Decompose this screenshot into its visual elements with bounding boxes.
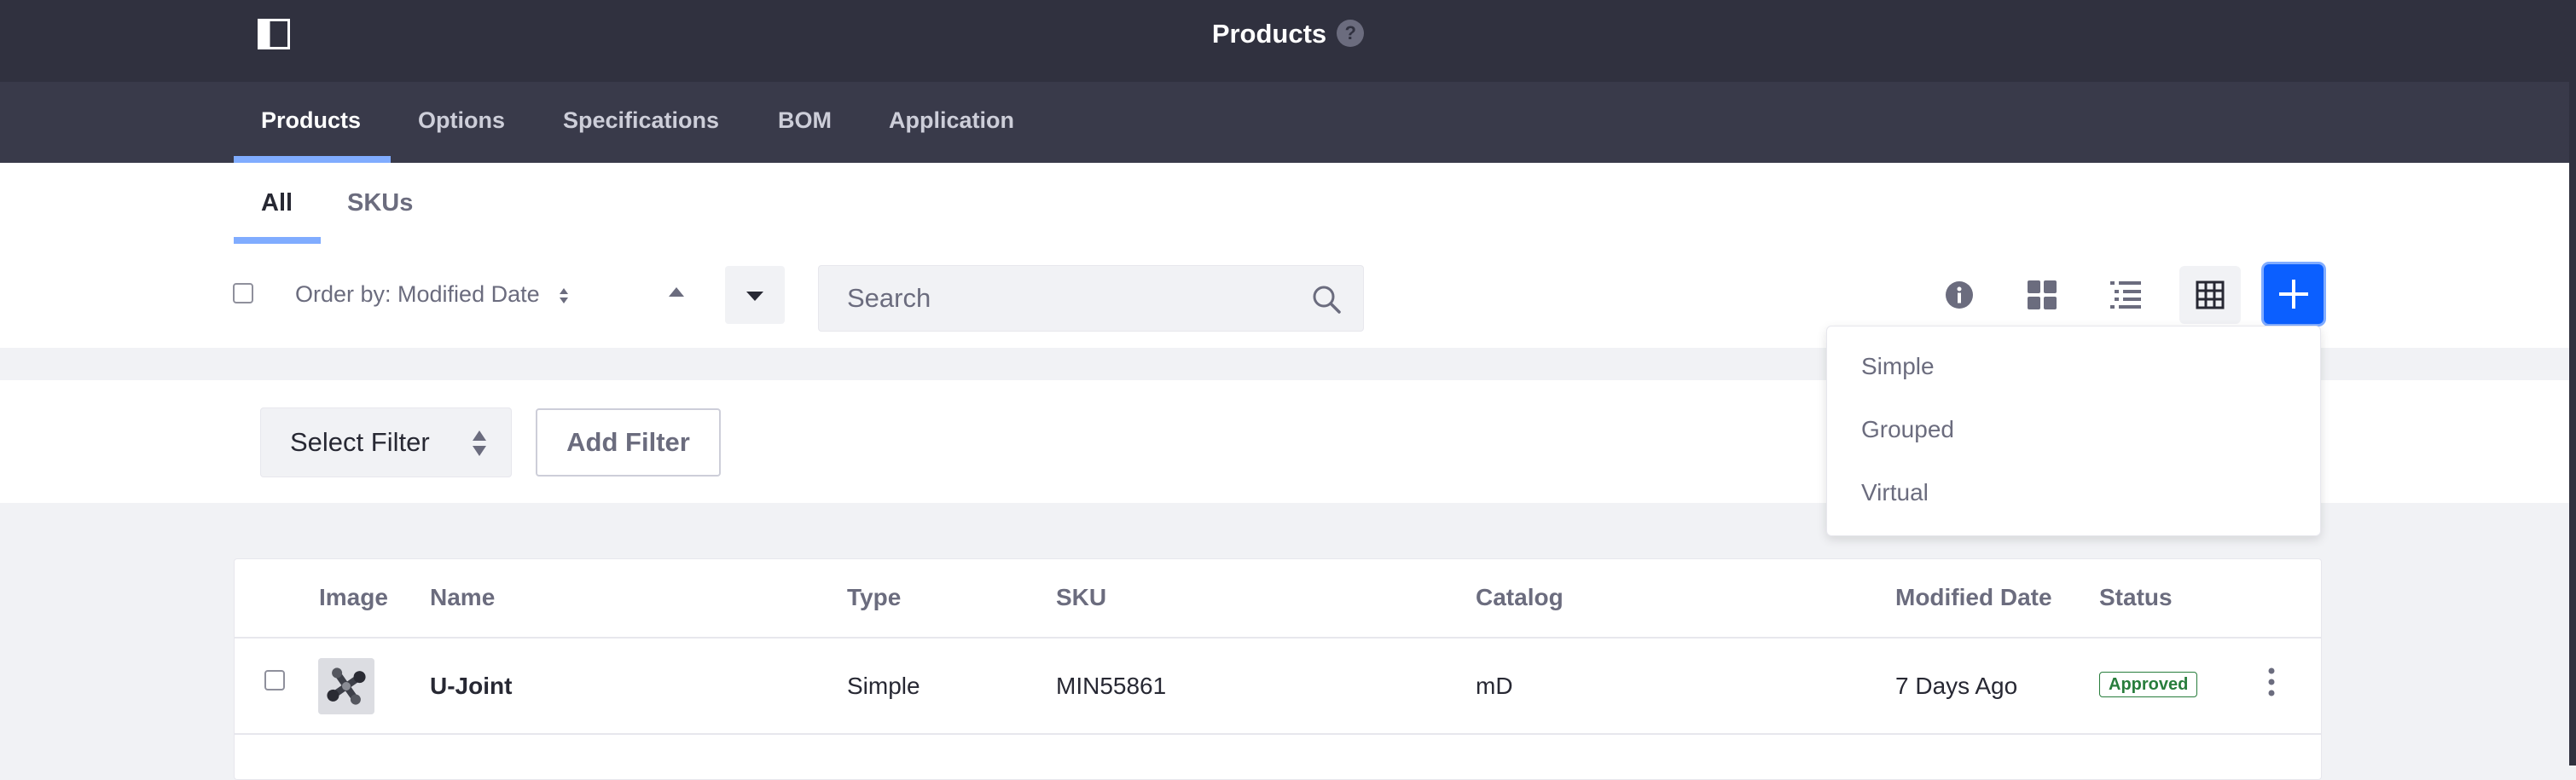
page-title-text: Products [1211, 19, 1327, 49]
table-view-icon [2196, 280, 2225, 309]
menu-item-grouped[interactable]: Grouped [1861, 404, 1954, 455]
product-modified-date: 7 Days Ago [1895, 673, 2018, 699]
row-actions-kebab-icon[interactable] [2259, 665, 2284, 699]
order-by-dropdown[interactable]: Order by: Modified Date [295, 277, 570, 311]
product-name-link[interactable]: U-Joint [430, 638, 512, 733]
sort-descending-button[interactable] [725, 266, 785, 324]
status-badge: Approved [2099, 672, 2198, 697]
column-header-modified-date[interactable]: Modified Date [1895, 558, 2052, 637]
table-row-divider [235, 733, 2321, 735]
active-tab-indicator [234, 156, 391, 163]
subtab-skus[interactable]: SKUs [347, 163, 413, 244]
window-edge [2569, 0, 2576, 766]
page-title: Products? [0, 0, 2576, 68]
sort-descending-icon [746, 292, 763, 302]
sort-caret-icon [560, 287, 569, 303]
search-input[interactable] [819, 266, 1297, 331]
search-form [818, 265, 1364, 332]
add-filter-button[interactable]: Add Filter [536, 408, 721, 477]
select-caret-icon [473, 430, 486, 456]
row-checkbox[interactable] [264, 670, 285, 690]
column-header-sku[interactable]: SKU [1056, 558, 1106, 637]
info-icon [1946, 281, 1973, 309]
u-joint-image [318, 658, 374, 714]
product-thumbnail [318, 658, 374, 714]
list-view-button[interactable] [2095, 266, 2156, 324]
sort-ascending-icon[interactable] [657, 274, 696, 314]
product-sku: MIN55861 [1056, 673, 1167, 699]
select-all-checkbox[interactable] [233, 283, 253, 303]
nav-tab-options[interactable]: Options [418, 82, 505, 163]
info-button[interactable] [1929, 266, 1990, 324]
next-row-partial [430, 754, 703, 766]
column-header-type[interactable]: Type [847, 558, 901, 637]
column-header-name[interactable]: Name [430, 558, 495, 637]
add-product-button[interactable] [2264, 264, 2324, 324]
select-filter-dropdown[interactable]: Select Filter [260, 407, 512, 477]
order-by-label: Order by: Modified Date [295, 281, 540, 307]
search-icon[interactable] [1310, 283, 1343, 315]
product-catalog: mD [1476, 673, 1513, 699]
cards-view-button[interactable] [2011, 266, 2073, 324]
column-header-image[interactable]: Image [319, 558, 388, 637]
nav-tab-bom[interactable]: BOM [778, 82, 832, 163]
nav-tab-specifications[interactable]: Specifications [563, 82, 719, 163]
product-type: Simple [847, 673, 920, 699]
plus-icon [2279, 280, 2308, 309]
column-header-catalog[interactable]: Catalog [1476, 558, 1564, 637]
nav-tab-application[interactable]: Application [889, 82, 1014, 163]
menu-item-simple[interactable]: Simple [1861, 341, 1935, 392]
subtab-all[interactable]: All [261, 163, 293, 244]
menu-item-virtual[interactable]: Virtual [1861, 467, 1929, 518]
cards-view-icon [2028, 280, 2057, 309]
select-filter-label: Select Filter [290, 427, 430, 457]
table-view-button[interactable] [2179, 266, 2241, 324]
list-view-icon [2110, 281, 2141, 309]
active-subtab-indicator [234, 237, 321, 244]
main-navigation [0, 82, 2576, 163]
help-circle-icon[interactable]: ? [1337, 19, 1365, 47]
nav-tab-products[interactable]: Products [261, 82, 361, 163]
column-header-status[interactable]: Status [2099, 558, 2173, 637]
